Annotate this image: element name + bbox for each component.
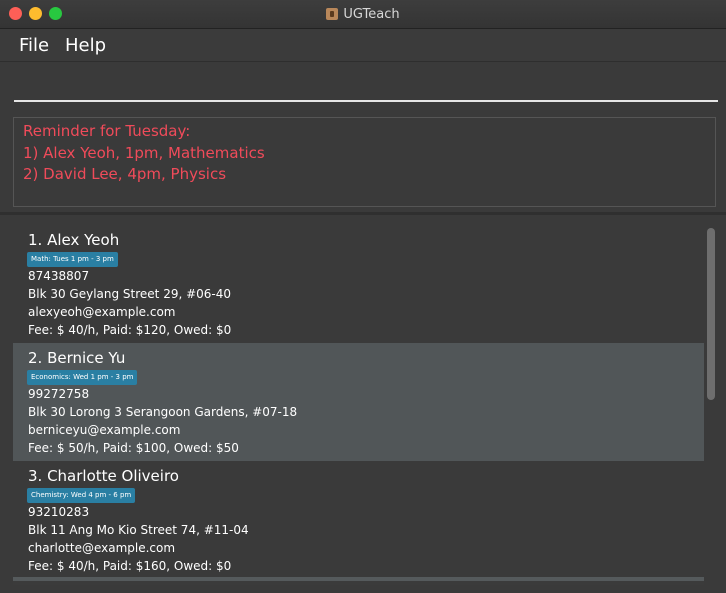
app-window: UGTeach File Help Reminder for Tuesday: … [0, 0, 726, 593]
student-address: Blk 11 Ang Mo Kio Street 74, #11-04 [28, 523, 249, 537]
student-name: 2. Bernice Yu [28, 349, 126, 367]
result-display: Reminder for Tuesday: 1) Alex Yeoh, 1pm,… [13, 117, 716, 207]
command-box [0, 62, 726, 112]
menu-file[interactable]: File [19, 35, 49, 56]
result-line-1: 1) Alex Yeoh, 1pm, Mathematics [23, 144, 265, 162]
student-email: berniceyu@example.com [28, 423, 181, 437]
next-card-edge [13, 577, 704, 581]
window-title-group: UGTeach [0, 0, 726, 28]
student-phone: 99272758 [28, 387, 90, 401]
student-fee: Fee: $ 50/h, Paid: $100, Owed: $50 [28, 441, 239, 455]
student-phone: 93210283 [28, 505, 90, 519]
student-card[interactable]: 2. Bernice Yu Economics: Wed 1 pm - 3 pm… [13, 343, 704, 461]
student-name: 3. Charlotte Oliveiro [28, 467, 179, 485]
title-bar: UGTeach [0, 0, 726, 29]
student-fee: Fee: $ 40/h, Paid: $160, Owed: $0 [28, 559, 232, 573]
menu-bar: File Help [0, 29, 726, 62]
student-phone: 87438807 [28, 269, 90, 283]
student-list-panel: 1. Alex Yeoh Math: Tues 1 pm - 3 pm 8743… [0, 215, 726, 593]
scrollbar[interactable] [705, 225, 718, 585]
lesson-tag: Economics: Wed 1 pm - 3 pm [27, 370, 138, 385]
result-line-heading: Reminder for Tuesday: [23, 122, 191, 140]
student-list[interactable]: 1. Alex Yeoh Math: Tues 1 pm - 3 pm 8743… [13, 225, 704, 585]
lesson-tag: Math: Tues 1 pm - 3 pm [27, 252, 118, 267]
result-line-2: 2) David Lee, 4pm, Physics [23, 165, 227, 183]
app-icon [326, 8, 339, 20]
student-fee: Fee: $ 40/h, Paid: $120, Owed: $0 [28, 323, 232, 337]
menu-help[interactable]: Help [65, 35, 106, 56]
student-card[interactable]: 1. Alex Yeoh Math: Tues 1 pm - 3 pm 8743… [13, 225, 704, 343]
student-email: alexyeoh@example.com [28, 305, 176, 319]
window-title: UGTeach [343, 6, 400, 22]
student-email: charlotte@example.com [28, 541, 176, 555]
student-address: Blk 30 Lorong 3 Serangoon Gardens, #07-1… [28, 405, 298, 419]
command-input[interactable] [14, 62, 718, 102]
student-address: Blk 30 Geylang Street 29, #06-40 [28, 287, 232, 301]
lesson-tag: Chemistry: Wed 4 pm - 6 pm [27, 488, 136, 503]
student-name: 1. Alex Yeoh [28, 231, 120, 249]
scrollbar-thumb[interactable] [707, 228, 715, 400]
student-card[interactable]: 3. Charlotte Oliveiro Chemistry: Wed 4 p… [13, 461, 704, 579]
